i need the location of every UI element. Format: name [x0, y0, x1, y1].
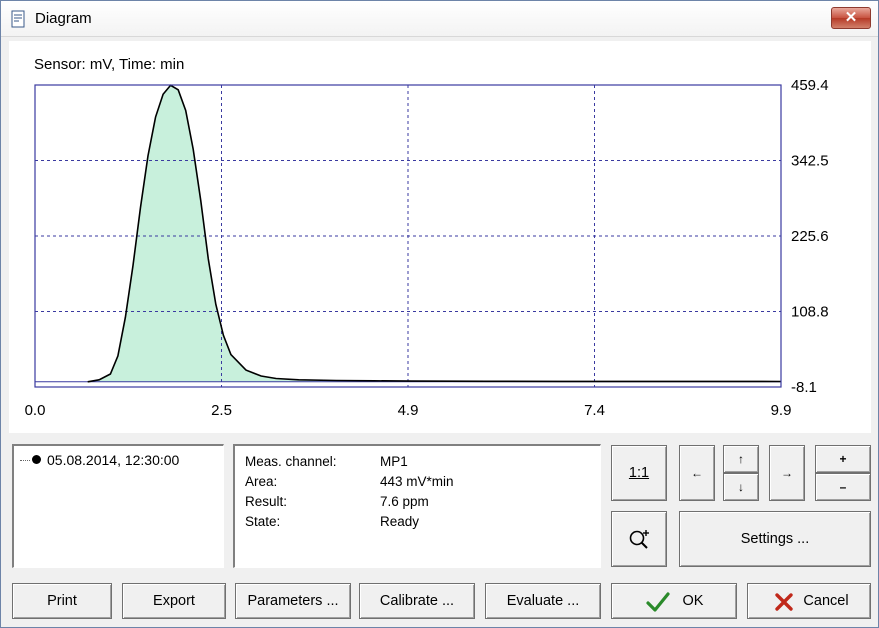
settings-button[interactable]: Settings ... — [679, 511, 871, 567]
arrow-down-icon: ↓ — [738, 480, 744, 494]
info-key: Result: — [245, 494, 288, 509]
info-panel: Meas. channel: MP1 Area: 443 mV*min Result… — [233, 444, 601, 568]
scroll-right-button[interactable]: → — [769, 445, 805, 501]
zoom-minus-button[interactable]: – — [815, 473, 871, 501]
one-to-one-button[interactable]: 1:1 — [611, 445, 667, 501]
print-button[interactable]: Print — [12, 583, 112, 619]
info-row-result: Result: 7.6 ppm — [245, 494, 429, 509]
info-value: 443 mV*min — [380, 474, 454, 489]
ok-label: OK — [682, 593, 704, 609]
info-key: Area: — [245, 474, 278, 489]
zoom-in-icon — [629, 530, 649, 549]
list-item-label: 05.08.2014, 12:30:00 — [47, 452, 180, 468]
calibrate-label: Calibrate ... — [379, 593, 455, 609]
y-tick-label: 225.6 — [791, 228, 829, 245]
scroll-left-button[interactable]: ← — [679, 445, 715, 501]
info-row-channel: Meas. channel: MP1 — [245, 454, 408, 469]
info-value: Ready — [380, 514, 420, 529]
one-to-one-label: 1:1 — [628, 465, 650, 481]
close-button[interactable]: ✕ — [831, 7, 871, 29]
minus-icon: – — [839, 480, 847, 494]
export-button[interactable]: Export — [122, 583, 226, 619]
settings-label: Settings ... — [740, 531, 810, 547]
info-key: Meas. channel: — [245, 454, 337, 469]
export-label: Export — [153, 593, 195, 609]
measurement-list[interactable]: 05.08.2014, 12:30:00 — [12, 444, 224, 568]
cancel-label: Cancel — [803, 593, 849, 609]
list-item[interactable]: 05.08.2014, 12:30:00 — [20, 452, 179, 468]
chart-svg: 0.0 2.5 4.9 7.4 9.9 459.4 342.5 225.6 108.8 -8.1 — [25, 77, 829, 419]
parameters-label: Parameters ... — [247, 593, 339, 609]
plus-icon: + — [839, 452, 847, 466]
scroll-down-button[interactable]: ↓ — [723, 473, 759, 501]
x-tick-label: 4.9 — [398, 402, 419, 419]
calibrate-button[interactable]: Calibrate ... — [359, 583, 475, 619]
title-bar: Diagram ✕ — [1, 1, 878, 37]
info-value: 7.6 ppm — [380, 494, 429, 509]
diagram-app-icon — [11, 10, 25, 28]
y-tick-label: 342.5 — [791, 153, 829, 170]
arrow-right-icon: → — [781, 466, 793, 480]
parameters-button[interactable]: Parameters ... — [235, 583, 351, 619]
scroll-up-button[interactable]: ↑ — [723, 445, 759, 473]
cancel-button[interactable]: Cancel — [747, 583, 871, 619]
chart-area: Sensor: mV, Time: min 0.0 2.5 4.9 7.4 9.9 459… — [9, 41, 871, 433]
x-tick-label: 9.9 — [771, 402, 792, 419]
arrow-up-icon: ↑ — [738, 452, 744, 466]
window-title: Diagram — [35, 10, 92, 27]
info-row-state: State: Ready — [245, 514, 419, 529]
arrow-left-icon: ← — [691, 466, 703, 480]
bullet-icon — [32, 455, 41, 464]
x-tick-label: 0.0 — [25, 402, 46, 419]
close-icon: ✕ — [844, 9, 858, 26]
info-row-area: Area: 443 mV*min — [245, 474, 454, 489]
ok-button[interactable]: OK — [611, 583, 737, 619]
evaluate-label: Evaluate ... — [506, 593, 580, 609]
y-tick-label: -8.1 — [791, 379, 817, 396]
evaluate-button[interactable]: Evaluate ... — [485, 583, 601, 619]
info-key: State: — [245, 514, 281, 529]
print-label: Print — [47, 593, 77, 609]
info-value: MP1 — [380, 454, 408, 469]
y-tick-label: 108.8 — [791, 304, 829, 321]
diagram-window: Diagram ✕ Sensor: mV, Time: min 0.0 2.5 4.… — [0, 0, 879, 628]
series-area — [87, 85, 781, 382]
tree-connector — [20, 460, 30, 461]
x-tick-label: 7.4 — [584, 402, 605, 419]
zoom-in-button[interactable] — [611, 511, 667, 567]
zoom-plus-button[interactable]: + — [815, 445, 871, 473]
x-tick-label: 2.5 — [211, 402, 232, 419]
y-tick-label: 459.4 — [791, 77, 829, 94]
